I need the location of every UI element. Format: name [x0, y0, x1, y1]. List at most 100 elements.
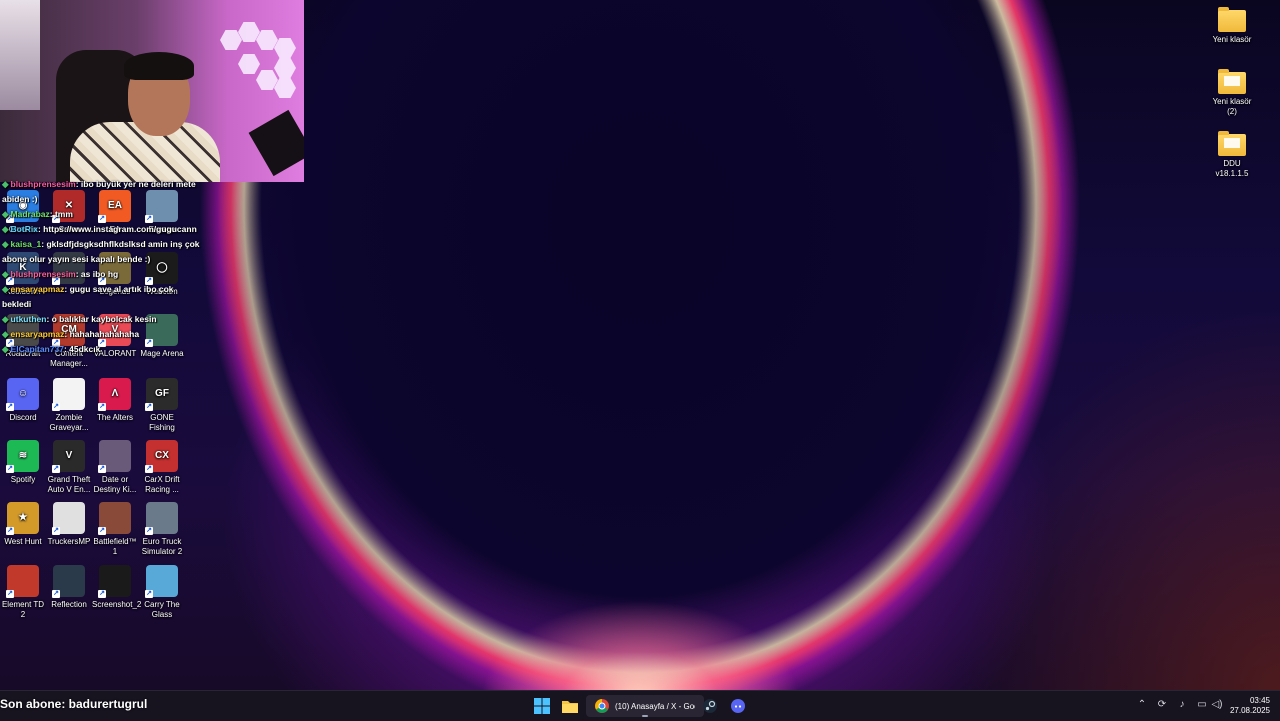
app-icon: ↗: [52, 378, 85, 411]
chat-badge-icon: ◆: [2, 209, 9, 219]
app-icon: ↗: [145, 565, 178, 598]
shortcut-arrow-icon: ↗: [145, 527, 153, 535]
discord-icon: [731, 699, 745, 713]
shortcut-arrow-icon: ↗: [98, 465, 106, 473]
folder-icon: [1218, 131, 1246, 156]
shortcut-arrow-icon: ↗: [98, 590, 106, 598]
app-icon: Λ ↗: [98, 378, 131, 411]
chat-username: blushprensesim: [10, 269, 76, 279]
app-icon-glyph: ★: [18, 512, 28, 523]
desktop-icon[interactable]: GF ↗ GONE Fishing: [139, 378, 185, 433]
chat-username: Madrabaz: [10, 209, 50, 219]
start-button[interactable]: [532, 695, 552, 717]
chat-username: ensaryapmaz: [10, 329, 65, 339]
clock-time: 03:45: [1249, 696, 1270, 705]
wallpaper-glow-bottom: [480, 600, 800, 700]
folder-icon: [562, 701, 578, 713]
webcam-window-bg: [0, 0, 40, 110]
chevron-up-icon[interactable]: ⌃: [1136, 699, 1148, 711]
desktop-icon[interactable]: ≋ ↗ Spotify: [0, 440, 46, 485]
chat-text: : o balıklar kaybolcak kesin: [46, 314, 157, 324]
desktop-icon-label: TruckersMP: [47, 537, 91, 546]
app-icon-glyph: ☺: [17, 388, 29, 399]
desktop-icon-folder[interactable]: DDU v18.1.1.5: [1208, 128, 1256, 179]
shortcut-arrow-icon: ↗: [98, 403, 106, 411]
chrome-taskbar-button[interactable]: (10) Anasayfa / X - Goog: [586, 695, 704, 717]
app-icon: CX ↗: [145, 440, 178, 473]
desktop-icon[interactable]: V ↗ Grand Theft Auto V En...: [46, 440, 92, 495]
chat-badge-icon: ◆: [2, 179, 9, 189]
app-icon: ★ ↗: [6, 502, 39, 535]
chat-badge-icon: ◆: [2, 329, 9, 339]
folder-icon: [1218, 69, 1246, 94]
desktop-icon-label: Battlefield™ 1: [93, 537, 137, 556]
chat-text: : gklsdfjdsgksdhflkdslksd amin inş çok: [41, 239, 200, 249]
sync-icon[interactable]: ⟳: [1156, 699, 1168, 711]
chat-text: : gugu save al artık ibo çok: [64, 284, 174, 294]
desktop-icon-label: Yeni klasör (2): [1212, 97, 1252, 116]
speaker-icon[interactable]: ◁): [1211, 699, 1223, 711]
microphone-icon[interactable]: ♪: [1176, 699, 1188, 711]
chat-message: ◆ ensaryapmaz: hahahahahahaha: [2, 327, 227, 342]
desktop-icon[interactable]: ☺ ↗ Discord: [0, 378, 46, 423]
monitor-icon[interactable]: ▭: [1196, 699, 1208, 711]
desktop-icon[interactable]: Λ ↗ The Alters: [92, 378, 138, 423]
desktop-icon-label: Grand Theft Auto V En...: [47, 475, 91, 494]
desktop-icon[interactable]: ↗ Element TD 2: [0, 565, 46, 620]
discord-button[interactable]: [728, 695, 748, 717]
chrome-icon: [595, 699, 609, 713]
app-icon: ↗: [6, 565, 39, 598]
hex-light: [238, 54, 260, 74]
chat-text: : 45dkcık: [63, 344, 101, 354]
desktop-icon[interactable]: ★ ↗ West Hunt: [0, 502, 46, 547]
chat-message: ◆ Madrabaz: tmm: [2, 207, 227, 222]
shortcut-arrow-icon: ↗: [52, 465, 60, 473]
chat-badge-icon: ◆: [2, 269, 9, 279]
shortcut-arrow-icon: ↗: [145, 403, 153, 411]
desktop-icon-label: Carry The Glass: [144, 600, 180, 619]
app-icon: GF ↗: [145, 378, 178, 411]
desktop-icon[interactable]: ↗ Reflection: [46, 565, 92, 610]
chat-badge-icon: ◆: [2, 239, 9, 249]
active-indicator: [642, 715, 648, 717]
shortcut-arrow-icon: ↗: [6, 590, 14, 598]
desktop-icon[interactable]: ↗ TruckersMP: [46, 502, 92, 547]
chat-text: bekledi: [2, 299, 32, 309]
desktop-icon[interactable]: ↗ Zombie Graveyar...: [46, 378, 92, 433]
chat-text: : tmm: [49, 209, 73, 219]
desktop-icon-label: Date or Destiny Ki...: [93, 475, 137, 494]
webcam-overlay: [0, 0, 304, 182]
shortcut-arrow-icon: ↗: [52, 527, 60, 535]
app-icon: ↗: [52, 502, 85, 535]
chat-message: ◆ blushprensesim: ibo büyük yer ne deleri…: [2, 177, 227, 192]
desktop-icon-label: DDU v18.1.1.5: [1215, 159, 1249, 178]
chat-message: ◆ ElCapitan737: 45dkcık: [2, 342, 227, 357]
taskbar-clock[interactable]: 03:45 27.08.2025: [1230, 696, 1270, 716]
chat-message: ◆ ensaryapmaz: gugu save al artık ibo çok: [2, 282, 227, 297]
desktop-icon[interactable]: CX ↗ CarX Drift Racing ...: [139, 440, 185, 495]
desktop-icon[interactable]: ↗ Date or Destiny Ki...: [92, 440, 138, 495]
desktop-icon-folder[interactable]: Yeni klasör: [1208, 4, 1256, 45]
chat-message: ◆ BotRix: https://www.instagram.com/guguc…: [2, 222, 227, 237]
desktop-icon[interactable]: ↗ Screenshot_2: [92, 565, 142, 610]
file-explorer-button[interactable]: [560, 695, 580, 717]
chat-message: ◆ blushprensesim: as ibo hg: [2, 267, 227, 282]
chat-username: ensaryapmaz: [10, 284, 65, 294]
desktop-icon-label: Discord: [9, 413, 37, 422]
shortcut-arrow-icon: ↗: [6, 527, 14, 535]
streamer-hair: [124, 52, 194, 80]
desktop-icon[interactable]: ↗ Carry The Glass: [139, 565, 185, 620]
chat-message: ◆ utkuthen: o balıklar kaybolcak kesin: [2, 312, 227, 327]
desktop-icon-label: Euro Truck Simulator 2: [141, 537, 183, 556]
desktop-icon[interactable]: ↗ Euro Truck Simulator 2: [139, 502, 185, 557]
desktop-icon-label: Reflection: [51, 600, 87, 609]
desktop-icon-label: Element TD 2: [1, 600, 45, 619]
desktop-icon[interactable]: ↗ Battlefield™ 1: [92, 502, 138, 557]
desktop-icon-folder[interactable]: Yeni klasör (2): [1208, 66, 1256, 117]
desktop-icon-label: Screenshot_2: [92, 600, 142, 609]
steam-button[interactable]: [700, 695, 720, 717]
app-icon-glyph: ≋: [18, 450, 28, 461]
app-icon: ↗: [98, 502, 131, 535]
hex-light: [274, 58, 296, 78]
clock-date: 27.08.2025: [1229, 706, 1270, 715]
